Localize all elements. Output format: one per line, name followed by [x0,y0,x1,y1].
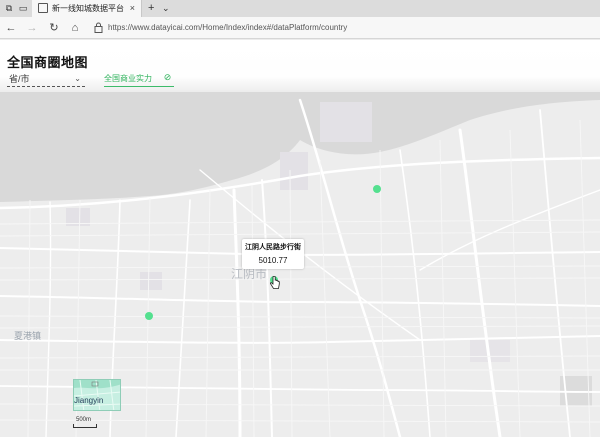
city-block [140,272,162,290]
tab-label: 全国商业实力 [104,74,152,83]
tooltip-value: 5010.77 [258,256,288,265]
province-select-value: 省/市 [9,74,30,84]
tab-list-icon[interactable]: ▭ [17,2,29,14]
page-title: 全国商圈地图 [7,55,89,70]
forward-button[interactable]: → [25,21,39,35]
home-button[interactable]: ⌂ [68,21,82,35]
close-icon[interactable]: × [130,2,135,14]
province-select[interactable]: 省/市 ⌄ [7,73,85,87]
tab-commercial-strength[interactable]: 全国商业实力 ⊘ [104,72,174,87]
page: 全国商圈地图 省/市 ⌄ 全国商业实力 ⊘ 夏港镇 江阴市 江阴人民路步行街 5… [0,40,600,437]
marker-west[interactable] [145,312,153,320]
new-tab-button[interactable]: + [148,1,154,15]
city-block [320,102,372,142]
tooltip-name: 江阴人民路步行街 [245,244,301,251]
scale-text: 500m [76,417,92,423]
overview-minimap[interactable] [73,379,121,411]
scale-bar: 500m [73,417,97,428]
refresh-button[interactable]: ↻ [47,21,61,35]
marker-tooltip: 江阴人民路步行街 5010.77 [242,239,304,269]
lock-icon [94,22,103,33]
map-label-town: 夏港镇 [14,331,42,341]
window-icon[interactable]: ⧉ [3,2,15,14]
tab-title: 新一线知城数据平台 [52,4,124,13]
back-button[interactable]: ← [4,21,18,35]
city-block [280,152,308,190]
page-icon [38,3,48,13]
header-panel: 全国商圈地图 省/市 ⌄ 全国商业实力 ⊘ [0,40,600,92]
address-bar[interactable]: https://www.datayicai.com/Home/Index/ind… [92,20,600,36]
browser-tab-bar: ⧉ ▭ 新一线知城数据平台 × + ⌄ [0,0,600,17]
filter-icon[interactable]: ⊘ [162,72,173,83]
marker-north-east[interactable] [373,185,381,193]
minimap-city-label: Jiangyin [74,396,104,405]
chevron-down-icon[interactable]: ⌄ [162,1,170,15]
hand-cursor-icon [270,276,280,290]
browser-nav-bar: ← → ↻ ⌂ https://www.datayicai.com/Home/I… [0,17,600,39]
url-text[interactable]: https://www.datayicai.com/Home/Index/ind… [108,22,347,34]
browser-tab[interactable]: 新一线知城数据平台 × [32,0,142,17]
chevron-down-icon: ⌄ [74,74,81,83]
scale-line [73,424,97,428]
map-label-city: 江阴市 [231,267,268,281]
